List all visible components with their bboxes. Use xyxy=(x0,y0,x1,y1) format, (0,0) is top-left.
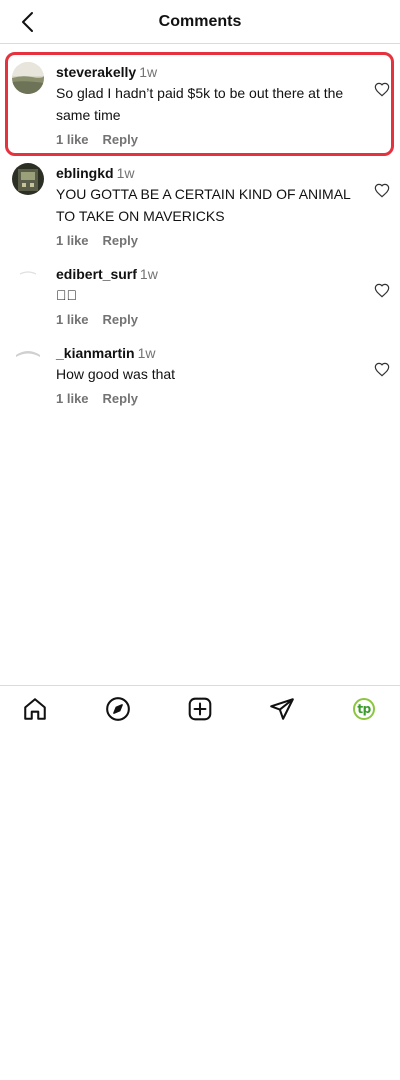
heart-icon[interactable] xyxy=(374,183,390,199)
likes-count[interactable]: 1 like xyxy=(56,312,89,327)
comment-body: steverakelly 1w So glad I hadn’t paid $5k… xyxy=(56,64,356,148)
reply-button[interactable]: Reply xyxy=(103,132,138,147)
comment-body: eblingkd 1w YOU GOTTA BE A CERTAIN KIND O… xyxy=(56,165,356,249)
comment-body: edibert_surf 1w 󰀀󰀀 1 like Reply xyxy=(56,266,356,328)
likes-count[interactable]: 1 like xyxy=(56,391,89,406)
comment-header: eblingkd 1w xyxy=(56,165,356,181)
comment-time: 1w xyxy=(116,165,135,181)
comment-meta: 1 like Reply xyxy=(56,391,356,407)
heart-icon[interactable] xyxy=(374,283,390,299)
likes-count[interactable]: 1 like xyxy=(56,233,89,248)
create-plus-icon xyxy=(188,697,212,721)
home-icon xyxy=(24,698,46,720)
avatar[interactable] xyxy=(12,343,44,375)
avatar[interactable] xyxy=(12,163,44,195)
explore-compass-icon xyxy=(106,697,130,721)
comment-time: 1w xyxy=(139,266,158,282)
comment-header: steverakelly 1w xyxy=(56,64,356,80)
comment-meta: 1 like Reply xyxy=(56,312,356,328)
heart-icon[interactable] xyxy=(374,362,390,378)
comment-text: So glad I hadn’t paid $5k to be out ther… xyxy=(56,85,344,123)
direct-send-icon xyxy=(270,698,294,720)
reply-button[interactable]: Reply xyxy=(103,233,138,248)
comment-username[interactable]: steverakelly xyxy=(56,64,136,80)
comment-time: 1w xyxy=(139,64,158,80)
comment-meta: 1 like Reply xyxy=(56,233,356,249)
comment-username[interactable]: edibert_surf xyxy=(56,266,137,282)
likes-count[interactable]: 1 like xyxy=(56,132,89,147)
page-title: Comments xyxy=(158,13,242,30)
tab-create[interactable] xyxy=(187,696,213,722)
comment-text: YOU GOTTA BE A CERTAIN KIND OF ANIMAL TO… xyxy=(56,186,351,224)
comment-username[interactable]: eblingkd xyxy=(56,165,114,181)
heart-icon[interactable] xyxy=(374,82,390,98)
comment-time: 1w xyxy=(137,345,156,361)
bottom-tab-bar: tp xyxy=(0,685,400,731)
profile-avatar-icon: tp xyxy=(353,698,375,720)
tab-home[interactable] xyxy=(22,696,48,722)
reply-button[interactable]: Reply xyxy=(103,391,138,406)
comment-body: _kianmartin 1w How good was that 1 like Re… xyxy=(56,345,356,407)
avatar[interactable] xyxy=(12,62,44,94)
avatar[interactable] xyxy=(12,264,44,296)
comment-header: edibert_surf 1w xyxy=(56,266,356,282)
reply-button[interactable]: Reply xyxy=(103,312,138,327)
tab-profile[interactable]: tp xyxy=(351,696,377,722)
profile-initials: tp xyxy=(357,702,371,716)
comment-meta: 1 like Reply xyxy=(56,132,356,148)
comment-header: _kianmartin 1w xyxy=(56,345,356,361)
tab-direct[interactable] xyxy=(269,696,295,722)
comment-username[interactable]: _kianmartin xyxy=(56,345,135,361)
comment-text: 󰀀󰀀 xyxy=(56,287,77,303)
comment-text: How good was that xyxy=(56,366,176,382)
header: Comments xyxy=(0,0,400,44)
tab-explore[interactable] xyxy=(105,696,131,722)
